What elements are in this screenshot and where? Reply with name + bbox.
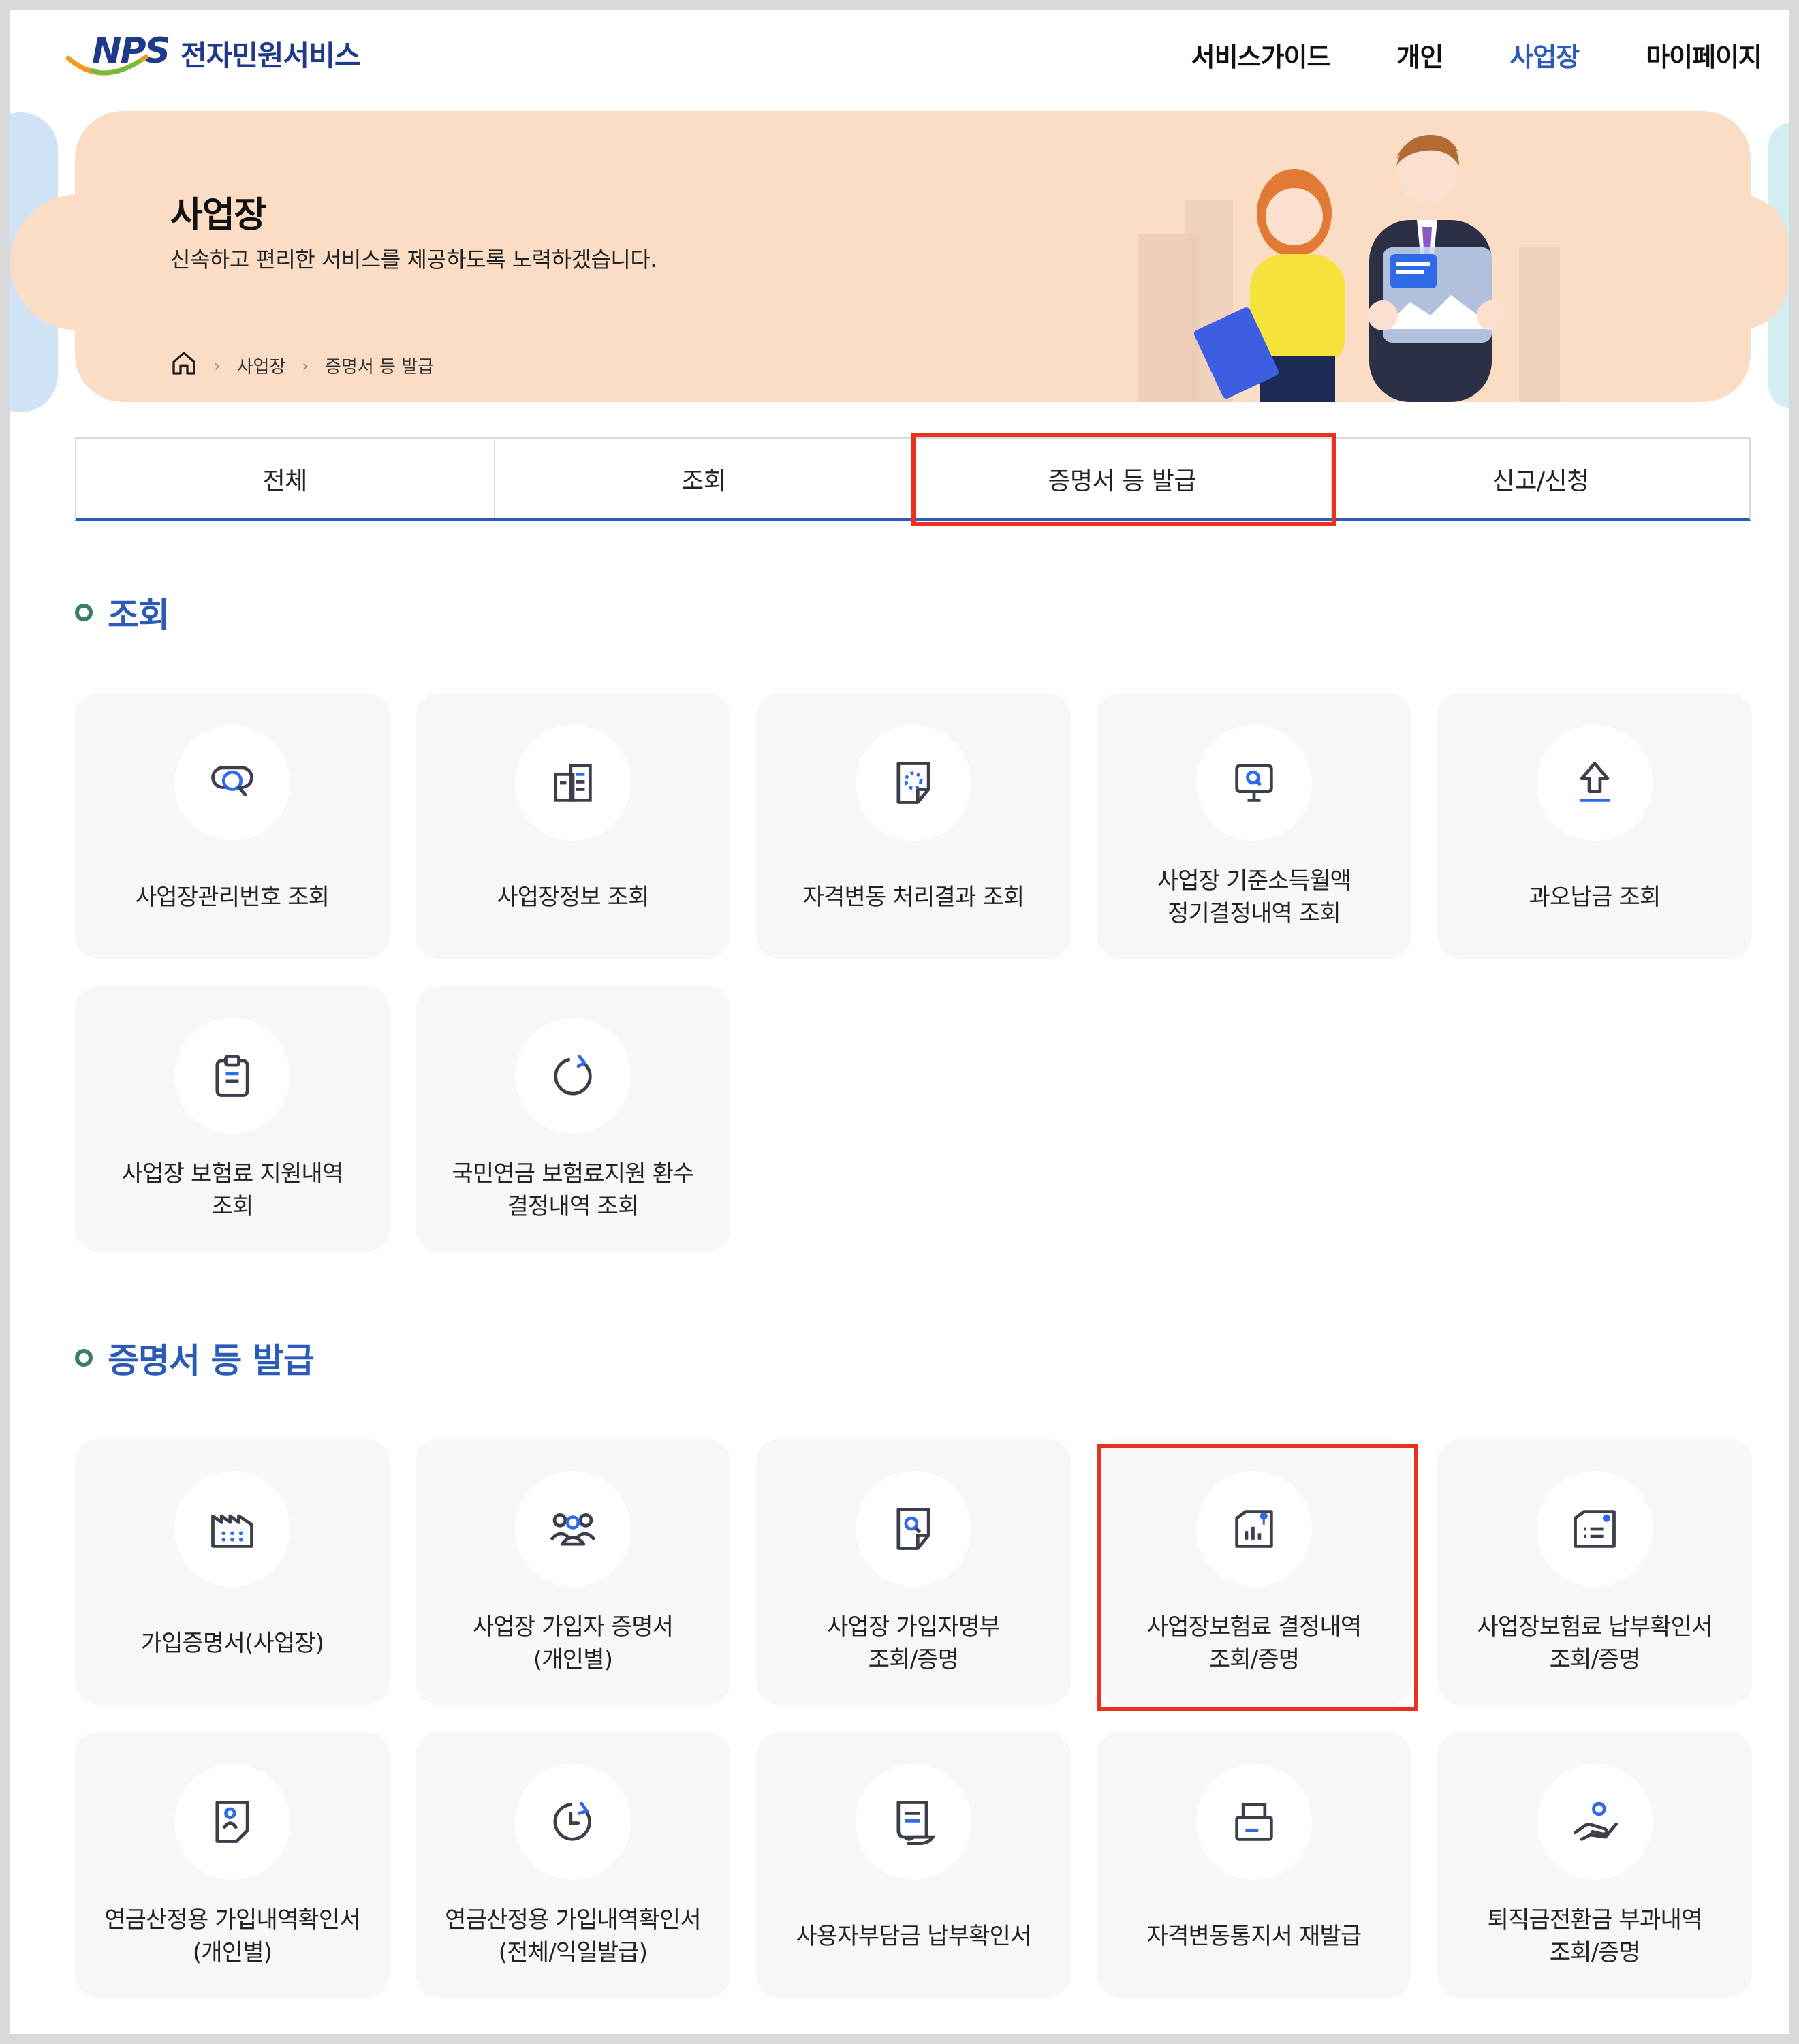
- hero-illustration: [1138, 135, 1560, 402]
- service-card[interactable]: 과오납금 조회: [1437, 693, 1752, 959]
- service-card[interactable]: 연금산정용 가입내역확인서 (개인별): [75, 1732, 390, 1998]
- service-card[interactable]: 사업장관리번호 조회: [75, 693, 390, 959]
- highlight-box-tab: [911, 433, 1336, 526]
- tab-inquiry[interactable]: 조회: [495, 439, 913, 518]
- nav-item-mypage[interactable]: 마이페이지: [1646, 36, 1762, 74]
- page-frame: NPS 전자민원서비스 서비스가이드 개인 사업장 마이페이지 사업장 신속하고…: [10, 10, 1789, 2034]
- card-label: 연금산정용 가입내역확인서 (개인별): [104, 1906, 361, 1966]
- card-label: 국민연금 보험료지원 환수 결정내역 조회: [452, 1160, 694, 1220]
- hand-person-icon: [1574, 1801, 1618, 1841]
- chevron-right-icon: ›: [302, 356, 309, 375]
- section-title-certificates: 증명서 등 발급: [75, 1333, 315, 1382]
- service-card[interactable]: 사업장 가입자 증명서 (개인별): [416, 1439, 730, 1705]
- search-card-icon: [211, 766, 253, 796]
- card-label: 가입증명서(사업장): [140, 1630, 325, 1657]
- card-label: 퇴직금전환금 부과내역 조회/증명: [1487, 1906, 1703, 1966]
- service-card[interactable]: 사업장정보 조회: [416, 693, 730, 959]
- upload-arrow-icon: [1579, 762, 1610, 802]
- list-document-icon: [1574, 1510, 1616, 1548]
- page-title: 사업장: [170, 195, 267, 236]
- service-card[interactable]: 국민연금 보험료지원 환수 결정내역 조회: [416, 986, 730, 1252]
- receipt-icon: [896, 1801, 936, 1846]
- card-label: 사업장보험료 납부확인서 조회/증명: [1477, 1613, 1712, 1673]
- card-label: 사업장정보 조회: [497, 884, 649, 911]
- site-logo[interactable]: NPS 전자민원서비스: [65, 24, 360, 92]
- card-label: 연금산정용 가입내역확인서 (전체/익일발급): [445, 1906, 702, 1966]
- chevron-right-icon: ›: [214, 356, 221, 375]
- clock-refresh-icon: [553, 1801, 591, 1841]
- person-document-icon: [215, 1801, 249, 1843]
- service-card[interactable]: 사용자부담금 납부확인서: [756, 1732, 1071, 1998]
- breadcrumb-item-business[interactable]: 사업장: [237, 353, 286, 378]
- tab-all[interactable]: 전체: [76, 439, 495, 518]
- print-icon: [1235, 1803, 1273, 1841]
- hero-banner: 사업장 신속하고 편리한 서비스를 제공하도록 노력하겠습니다. › 사업장 ›…: [75, 111, 1751, 402]
- factory-icon: [211, 1514, 253, 1548]
- section-heading: 조회: [108, 595, 170, 635]
- card-label: 사업장관리번호 조회: [135, 884, 330, 911]
- global-nav: 서비스가이드 개인 사업장 마이페이지: [1191, 36, 1762, 74]
- card-label: 사업장 가입자명부 조회/증명: [827, 1613, 1001, 1673]
- card-label: 사업장 보험료 지원내역 조회: [121, 1160, 344, 1220]
- nav-item-service-guide[interactable]: 서비스가이드: [1191, 36, 1331, 74]
- card-label: 자격변동 처리결과 조회: [802, 884, 1025, 911]
- bullet-dot-icon: [75, 1349, 93, 1367]
- tab-report-apply[interactable]: 신고/신청: [1332, 439, 1750, 518]
- service-card[interactable]: 자격변동통지서 재발급: [1097, 1732, 1411, 1998]
- bullet-dot-icon: [75, 604, 93, 621]
- service-card[interactable]: 연금산정용 가입내역확인서 (전체/익일발급): [416, 1732, 730, 1998]
- refresh-icon: [554, 1055, 592, 1096]
- service-card[interactable]: 자격변동 처리결과 조회: [756, 693, 1071, 959]
- breadcrumb-item-current: 증명서 등 발급: [324, 357, 435, 377]
- card-label: 자격변동통지서 재발급: [1146, 1923, 1362, 1950]
- card-label: 과오납금 조회: [1529, 884, 1661, 911]
- building-icon: [554, 764, 592, 802]
- service-card[interactable]: 사업장보험료 납부확인서 조회/증명: [1437, 1439, 1752, 1705]
- highlight-box-card: [1097, 1444, 1418, 1711]
- card-label: 사업장 기준소득월액 정기결정내역 조회: [1157, 867, 1351, 927]
- document-loading-icon: [896, 762, 930, 804]
- home-icon[interactable]: [170, 350, 198, 382]
- nav-item-business[interactable]: 사업장: [1509, 36, 1580, 74]
- section-title-inquiry: 조회: [75, 588, 170, 637]
- breadcrumb: › 사업장 › 증명서 등 발급: [170, 350, 434, 382]
- service-card[interactable]: 사업장 가입자명부 조회/증명: [756, 1439, 1071, 1705]
- page-subtitle: 신속하고 편리한 서비스를 제공하도록 노력하겠습니다.: [170, 247, 657, 273]
- service-card[interactable]: 사업장 보험료 지원내역 조회: [75, 986, 390, 1252]
- service-card[interactable]: 사업장 기준소득월액 정기결정내역 조회: [1097, 693, 1411, 959]
- document-search-icon: [896, 1508, 930, 1550]
- nps-logo-mark: NPS: [65, 24, 187, 92]
- section-heading: 증명서 등 발급: [108, 1341, 315, 1380]
- logo-text: 전자민원서비스: [181, 38, 360, 72]
- nav-item-personal[interactable]: 개인: [1396, 36, 1443, 74]
- service-card[interactable]: 퇴직금전환금 부과내역 조회/증명: [1437, 1732, 1752, 1998]
- card-label: 사용자부담금 납부확인서: [796, 1923, 1031, 1950]
- card-label: 사업장 가입자 증명서 (개인별): [472, 1613, 674, 1673]
- service-card[interactable]: 가입증명서(사업장): [75, 1439, 390, 1705]
- monitor-search-icon: [1235, 764, 1273, 802]
- group-icon: [550, 1513, 596, 1546]
- clipboard-icon: [215, 1055, 249, 1097]
